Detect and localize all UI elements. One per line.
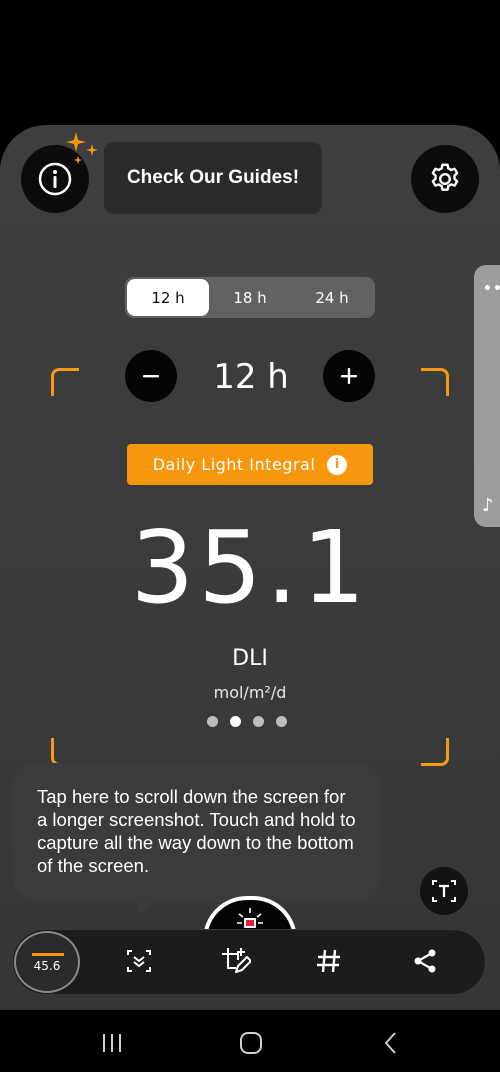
page-dot[interactable] [276, 716, 287, 727]
guides-banner[interactable]: Check Our Guides! [104, 142, 322, 214]
share-icon [414, 949, 436, 973]
sparkles-icon [66, 132, 98, 164]
photoperiod-option-18h[interactable]: 18 h [209, 279, 291, 316]
text-extract-icon [432, 880, 456, 902]
edge-panel-handle[interactable]: •• ♪ [474, 265, 500, 527]
back-icon [384, 1032, 396, 1054]
page-dot[interactable] [253, 716, 264, 727]
scroll-capture-tooltip: Tap here to scroll down the screen for a… [13, 763, 380, 901]
thumbnail-accent-bar [32, 953, 64, 956]
home-button[interactable] [236, 1028, 266, 1058]
screenshot-thumbnail[interactable]: 45.6 [14, 931, 80, 993]
more-dots-icon: •• [483, 281, 500, 297]
music-note-icon: ♪ [482, 495, 494, 516]
frame-corner-top-left [51, 368, 79, 396]
photoperiod-option-24h[interactable]: 24 h [291, 279, 373, 316]
text-extract-button[interactable] [420, 867, 468, 915]
page-dot-active[interactable] [230, 716, 241, 727]
frame-corner-top-right [421, 368, 449, 396]
gear-icon [431, 163, 459, 191]
back-button[interactable] [376, 1028, 406, 1058]
metric-label: Daily Light Integral [152, 455, 316, 474]
guides-label: Check Our Guides! [126, 167, 300, 188]
tooltip-tail [138, 899, 156, 913]
tooltip-text: Tap here to scroll down the screen for a… [37, 786, 356, 876]
share-button[interactable] [409, 945, 441, 977]
metric-unit-detail: mol/m²/d [213, 683, 287, 702]
metric-label-badge[interactable]: Daily Light Integral i [127, 444, 373, 485]
metric-value: 35.1 [130, 509, 370, 626]
minus-icon [143, 375, 159, 378]
recent-apps-icon [103, 1034, 121, 1052]
page-dot[interactable] [207, 716, 218, 727]
plus-icon [341, 368, 357, 384]
scroll-capture-icon [127, 950, 151, 972]
page-indicator [207, 716, 287, 727]
metric-unit: DLI [232, 646, 268, 671]
thumbnail-value: 45.6 [33, 959, 61, 973]
photoperiod-option-12h[interactable]: 12 h [127, 279, 209, 316]
tag-button[interactable] [313, 945, 345, 977]
frame-corner-bottom-left [51, 738, 79, 766]
settings-button[interactable] [411, 145, 479, 213]
hashtag-icon [317, 949, 340, 973]
info-icon: i [327, 454, 348, 475]
hours-value: 12 h [213, 357, 289, 397]
photoperiod-selector: 12 h 18 h 24 h [125, 277, 375, 318]
crop-edit-button[interactable] [219, 945, 251, 977]
decrease-hours-button[interactable] [125, 350, 177, 402]
crop-edit-icon [222, 948, 251, 973]
increase-hours-button[interactable] [323, 350, 375, 402]
frame-corner-bottom-right [421, 738, 449, 766]
scroll-capture-button[interactable] [123, 945, 155, 977]
recent-apps-button[interactable] [97, 1028, 127, 1058]
home-icon [240, 1032, 262, 1054]
